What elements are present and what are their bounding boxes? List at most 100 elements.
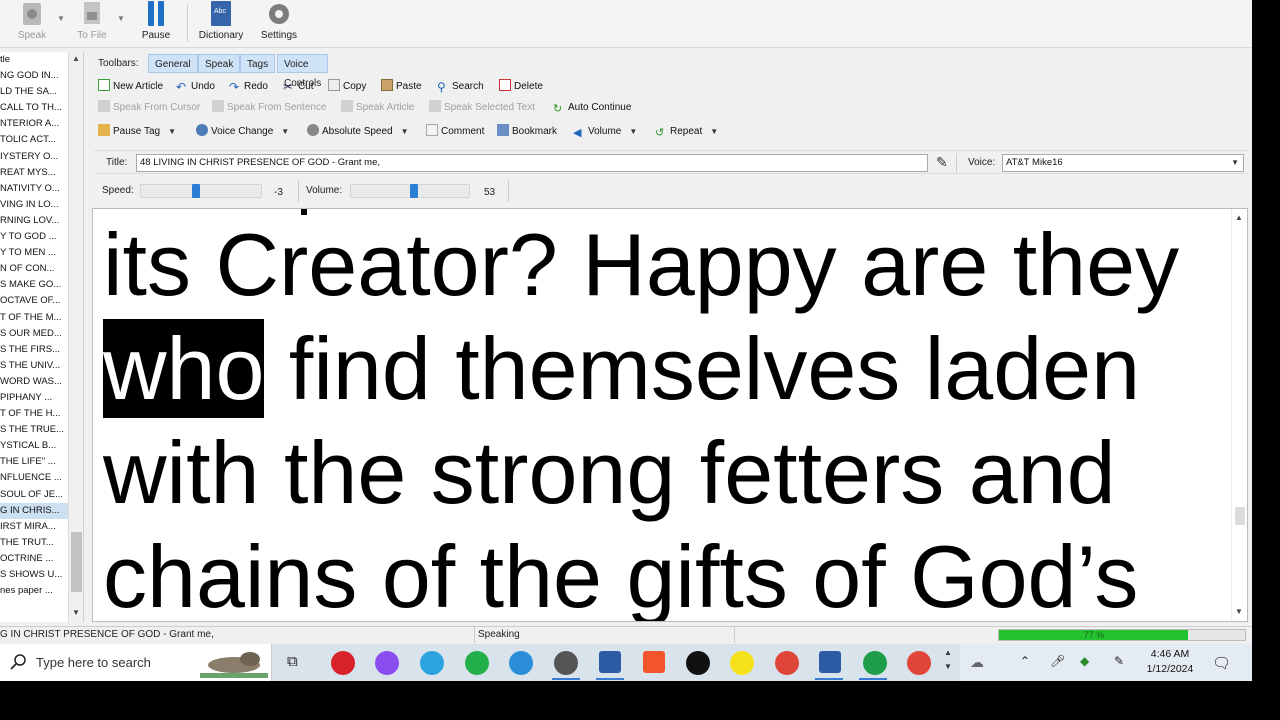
cut-button[interactable]: ✂ Cut [283, 77, 314, 97]
to-file-dropdown-arrow[interactable]: ▼ [117, 14, 125, 23]
speed-slider-thumb[interactable] [192, 184, 200, 198]
pause-tag-dropdown-icon[interactable]: ▼ [168, 127, 176, 136]
article-list-scrollbar[interactable]: ▲ ▼ [68, 52, 83, 622]
comment-button[interactable]: Comment [426, 122, 484, 142]
taskbar-clock[interactable]: 4:46 AM 1/12/2024 [1140, 647, 1200, 677]
copy-button[interactable]: Copy [328, 77, 366, 97]
redo-button[interactable]: ↷ Redo [229, 77, 268, 97]
dictionary-button[interactable]: Abc Dictionary [196, 0, 246, 46]
reading-scrollbar[interactable]: ▲ ▼ [1231, 209, 1247, 621]
delete-button[interactable]: Delete [499, 77, 543, 97]
voice-change-button[interactable]: Voice Change ▼ [196, 122, 289, 142]
microphone-icon[interactable]: 🎤︎ [1050, 654, 1065, 668]
scroll-down-arrow-icon[interactable]: ▼ [1235, 607, 1243, 616]
article-list-item[interactable]: nes paper ... [0, 583, 68, 599]
article-list-item[interactable]: S THE TRUE... [0, 422, 68, 438]
article-list-item[interactable]: THE TRUT... [0, 535, 68, 551]
article-list-item[interactable]: T OF THE M... [0, 310, 68, 326]
article-list-item[interactable]: Y TO MEN ... [0, 245, 68, 261]
article-list-item[interactable]: RNING LOV... [0, 213, 68, 229]
article-list-item[interactable]: CALL TO TH... [0, 100, 68, 116]
pause-button[interactable]: Pause [136, 0, 176, 46]
scroll-up-arrow-icon[interactable]: ▲ [72, 54, 80, 63]
speak-from-sentence-button[interactable]: Speak From Sentence [212, 98, 327, 118]
speak-article-button[interactable]: Speak Article [341, 98, 414, 118]
article-list-item[interactable]: S MAKE GO... [0, 277, 68, 293]
article-list[interactable]: tle NG GOD IN... LD THE SA... CALL TO TH...… [0, 52, 84, 622]
search-button[interactable]: ⚲ Search [437, 77, 484, 97]
article-list-item[interactable]: PIPHANY ... [0, 390, 68, 406]
brave-icon[interactable] [643, 651, 665, 673]
voice-select[interactable]: AT&T Mike16 ▼ [1002, 154, 1244, 172]
telegram-icon[interactable] [420, 651, 444, 675]
notification-icon[interactable]: 🗨︎ [1212, 654, 1231, 672]
article-list-item[interactable]: LD THE SA... [0, 84, 68, 100]
speak-from-cursor-button[interactable]: Speak From Cursor [98, 98, 200, 118]
weather-icon[interactable]: ☁ [970, 654, 984, 671]
chrome-profile-icon-2[interactable] [907, 651, 931, 675]
article-list-item[interactable]: NFLUENCE ... [0, 470, 68, 486]
voice-change-dropdown-icon[interactable]: ▼ [281, 127, 289, 136]
tab-tags[interactable]: Tags [240, 54, 276, 73]
speed-slider[interactable] [140, 184, 262, 198]
balabolka-taskbar-icon[interactable] [599, 651, 621, 673]
article-list-item[interactable]: S THE UNIV... [0, 358, 68, 374]
article-list-item[interactable]: Y TO GOD ... [0, 229, 68, 245]
article-list-item[interactable]: SOUL OF JE... [0, 487, 68, 503]
to-file-button[interactable]: To File [72, 0, 112, 46]
reading-scroll-thumb[interactable] [1235, 507, 1245, 525]
article-list-item[interactable]: VING IN LO... [0, 197, 68, 213]
ccleaner-icon[interactable] [509, 651, 533, 675]
auto-continue-button[interactable]: ↻ Auto Continue [553, 98, 631, 118]
article-list-item[interactable]: tle [0, 52, 68, 68]
volume-slider[interactable] [350, 184, 470, 198]
pause-tag-button[interactable]: Pause Tag ▼ [98, 122, 176, 142]
undo-button[interactable]: ↶ Undo [176, 77, 215, 97]
tab-voice-controls[interactable]: Voice Controls [277, 54, 329, 89]
chrome-profile-icon[interactable] [863, 651, 887, 675]
scroll-arrows-icon[interactable]: ▲ ▼ [944, 646, 952, 674]
bookmark-button[interactable]: Bookmark [497, 122, 557, 142]
opera-icon[interactable] [331, 651, 355, 675]
article-list-item[interactable]: REAT MYS... [0, 165, 68, 181]
article-list-item[interactable]: IYSTERY O... [0, 149, 68, 165]
chrome-icon[interactable] [775, 651, 799, 675]
taskbar-search-box[interactable]: Type here to search [0, 644, 272, 681]
whatsapp-icon[interactable] [465, 651, 489, 675]
tab-general[interactable]: General [148, 54, 198, 73]
article-list-item[interactable]: NATIVITY O... [0, 181, 68, 197]
reading-text-area[interactable]: its Creator? Happy are they who find the… [92, 208, 1248, 622]
pen-tray-icon[interactable]: ✎ [1114, 654, 1124, 668]
article-list-item[interactable]: OCTAVE OF... [0, 293, 68, 309]
absolute-speed-dropdown-icon[interactable]: ▼ [401, 127, 409, 136]
speak-selected-text-button[interactable]: Speak Selected Text [429, 98, 535, 118]
repeat-dropdown-icon[interactable]: ▼ [710, 127, 718, 136]
repeat-button[interactable]: ↺ Repeat ▼ [655, 122, 718, 142]
tiktok-icon[interactable] [686, 651, 710, 675]
task-view-icon[interactable]: ⧉ [287, 653, 298, 670]
balabolka-taskbar-icon-2[interactable] [819, 651, 841, 673]
volume-button[interactable]: ◀ Volume ▼ [573, 122, 637, 142]
volume-slider-thumb[interactable] [410, 184, 418, 198]
article-list-item[interactable]: YSTICAL B... [0, 438, 68, 454]
article-list-item[interactable]: NTERIOR A... [0, 116, 68, 132]
article-list-item[interactable]: IRST MIRA... [0, 519, 68, 535]
network-icon[interactable]: ◆ [1080, 654, 1089, 668]
snapchat-icon[interactable] [730, 651, 754, 675]
show-hidden-icons-chevron-icon[interactable]: ⌃ [1020, 654, 1030, 668]
article-list-item[interactable]: T OF THE H... [0, 406, 68, 422]
scroll-up-arrow-icon[interactable]: ▲ [1235, 213, 1243, 222]
article-list-item[interactable]: TOLIC ACT... [0, 132, 68, 148]
app-icon[interactable] [554, 651, 578, 675]
paste-button[interactable]: Paste [381, 77, 422, 97]
speak-button[interactable]: Speak [14, 0, 50, 46]
title-input[interactable]: 48 LIVING IN CHRIST PRESENCE OF GOD - Gr… [136, 154, 928, 172]
article-list-item[interactable]: S SHOWS U... [0, 567, 68, 583]
article-list-item[interactable]: N OF CON... [0, 261, 68, 277]
absolute-speed-button[interactable]: Absolute Speed ▼ [307, 122, 409, 142]
new-article-button[interactable]: New Article [98, 77, 163, 97]
article-list-item[interactable]: OCTRINE ... [0, 551, 68, 567]
messenger-icon[interactable] [375, 651, 399, 675]
scroll-thumb[interactable] [71, 532, 82, 592]
pen-icon[interactable]: ✎ [936, 154, 948, 171]
